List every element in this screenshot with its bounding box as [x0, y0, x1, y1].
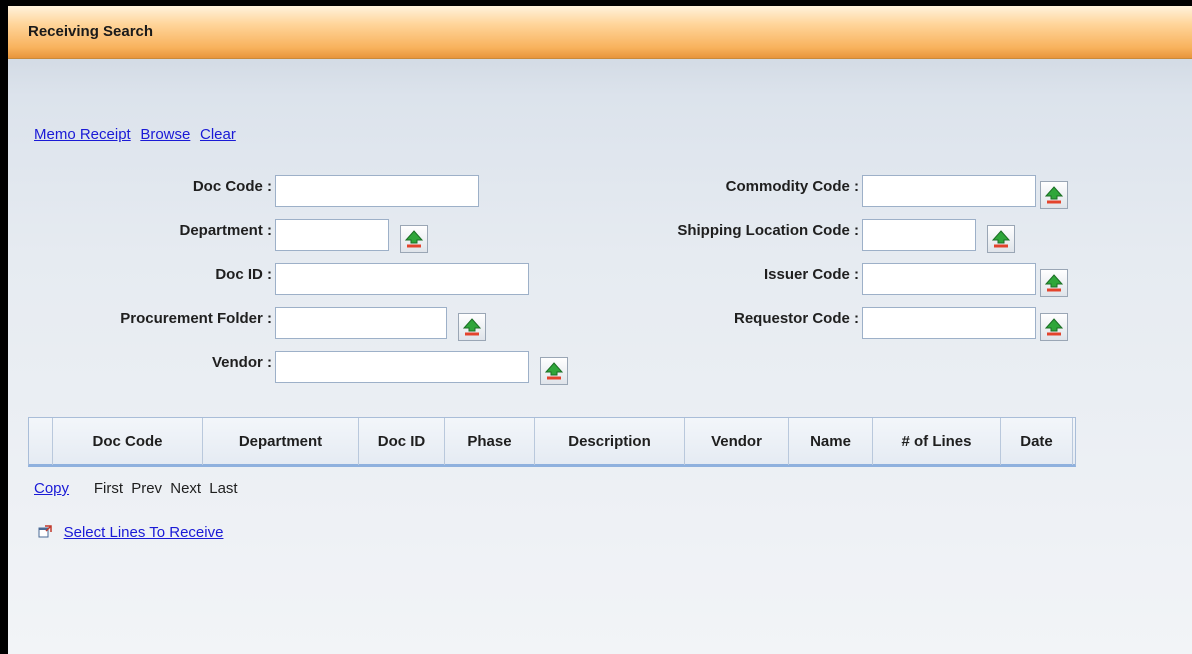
next-page-button[interactable]: Next [170, 480, 201, 497]
lookup-arrow-icon [404, 230, 424, 248]
lookup-arrow-icon [462, 318, 482, 336]
lookup-arrow-icon [1044, 318, 1064, 336]
commodity-code-input[interactable] [862, 175, 1036, 207]
column-header-description[interactable]: Description [535, 418, 685, 465]
commodity-code-lookup-button[interactable] [1040, 181, 1068, 209]
page-title: Receiving Search [28, 23, 154, 40]
first-page-button[interactable]: First [94, 480, 123, 497]
department-lookup-button[interactable] [400, 225, 428, 253]
title-bar: Receiving Search [8, 6, 1192, 59]
column-header-doc-id[interactable]: Doc ID [359, 418, 445, 465]
shipping-location-code-label: Shipping Location Code : [677, 222, 859, 239]
doc-code-label: Doc Code : [192, 178, 272, 195]
requestor-code-label: Requestor Code : [733, 310, 859, 327]
procurement-folder-lookup-button[interactable] [458, 313, 486, 341]
department-label: Department : [179, 222, 272, 239]
prev-page-button[interactable]: Prev [131, 480, 162, 497]
vendor-lookup-button[interactable] [540, 357, 568, 385]
select-lines-action: Select Lines To Receive [38, 524, 223, 541]
column-header-phase[interactable]: Phase [445, 418, 535, 465]
column-header-vendor[interactable]: Vendor [685, 418, 789, 465]
issuer-code-label: Issuer Code : [763, 266, 859, 283]
issuer-code-input[interactable] [862, 263, 1036, 295]
toolbar: Memo Receipt Browse Clear [34, 126, 242, 143]
commodity-code-label: Commodity Code : [725, 178, 859, 195]
lookup-arrow-icon [1044, 274, 1064, 292]
open-window-icon [38, 525, 52, 538]
last-page-button[interactable]: Last [209, 480, 237, 497]
memo-receipt-link[interactable]: Memo Receipt [34, 126, 131, 143]
department-input[interactable] [275, 219, 389, 251]
procurement-folder-input[interactable] [275, 307, 447, 339]
column-header-doc-code[interactable]: Doc Code [53, 418, 203, 465]
doc-id-label: Doc ID : [215, 266, 272, 283]
select-lines-to-receive-link[interactable]: Select Lines To Receive [64, 524, 224, 541]
lookup-arrow-icon [991, 230, 1011, 248]
requestor-code-input[interactable] [862, 307, 1036, 339]
column-header-date[interactable]: Date [1001, 418, 1073, 465]
copy-link[interactable]: Copy [34, 480, 69, 497]
clear-link[interactable]: Clear [200, 126, 236, 143]
requestor-code-lookup-button[interactable] [1040, 313, 1068, 341]
shipping-location-code-lookup-button[interactable] [987, 225, 1015, 253]
column-header-name[interactable]: Name [789, 418, 873, 465]
lookup-arrow-icon [544, 362, 564, 380]
vendor-label: Vendor : [211, 354, 272, 371]
pager: Copy First Prev Next Last [34, 480, 238, 497]
doc-code-input[interactable] [275, 175, 479, 207]
browse-link[interactable]: Browse [140, 126, 190, 143]
lookup-arrow-icon [1044, 186, 1064, 204]
results-grid: Doc Code Department Doc ID Phase Descrip… [28, 417, 1076, 467]
issuer-code-lookup-button[interactable] [1040, 269, 1068, 297]
column-header-num-lines[interactable]: # of Lines [873, 418, 1001, 465]
column-header-department[interactable]: Department [203, 418, 359, 465]
grid-select-column [29, 418, 53, 465]
doc-id-input[interactable] [275, 263, 529, 295]
vendor-input[interactable] [275, 351, 529, 383]
shipping-location-code-input[interactable] [862, 219, 976, 251]
procurement-folder-label: Procurement Folder : [120, 310, 272, 327]
